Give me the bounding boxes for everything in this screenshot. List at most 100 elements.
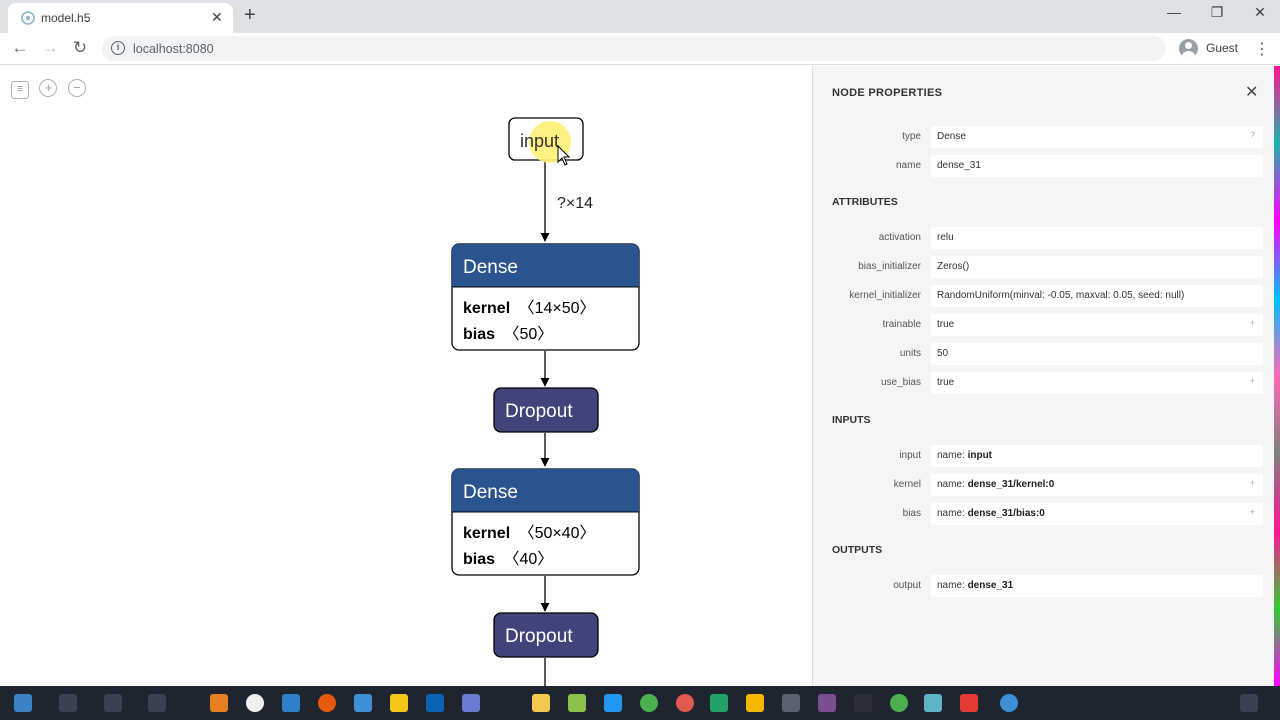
expand-icon[interactable]: +: [1250, 478, 1255, 488]
expand-icon[interactable]: +: [1250, 507, 1255, 517]
taskbar-app-icon[interactable]: [710, 694, 728, 712]
dense-node-2[interactable]: Dense kernel 〈50×40〉 bias 〈40〉: [451, 468, 640, 576]
restore-button[interactable]: ❐: [1202, 4, 1232, 21]
dense-node-2-kernel-val: 〈50×40〉: [519, 525, 596, 542]
name-prefix: name:: [937, 479, 968, 490]
property-label: type: [902, 131, 921, 142]
dense-node-1-title: Dense: [463, 257, 518, 278]
model-graph: ?×14 input Dense kernel 〈14×50〉 bias 〈50…: [451, 117, 640, 686]
taskbar-app-icon[interactable]: [246, 694, 264, 712]
new-tab-button[interactable]: +: [244, 3, 256, 27]
property-value[interactable]: dense_31: [931, 155, 1263, 177]
node-properties-panel: NODE PROPERTIES ✕ type Dense ? name dens…: [812, 66, 1274, 686]
dense-node-1-kernel-key: kernel: [463, 300, 510, 317]
menu-dots-icon[interactable]: ⋮: [1254, 39, 1270, 59]
input-node-label: input: [520, 131, 559, 151]
attributes-heading: ATTRIBUTES: [832, 196, 898, 208]
svg-text:kernel 〈14×50〉: kernel 〈14×50〉: [463, 300, 596, 317]
panel-title: NODE PROPERTIES: [832, 87, 943, 99]
attribute-label: kernel_initializer: [849, 290, 921, 301]
input-row-kernel: kernel name: dense_31/kernel:0 +: [813, 474, 1275, 496]
taskbar-app-icon[interactable]: [210, 694, 228, 712]
url-text[interactable]: localhost:8080: [133, 42, 214, 56]
back-arrow-icon[interactable]: ←: [9, 38, 31, 58]
os-taskbar: [0, 686, 1280, 720]
attribute-row-bias-initializer: bias_initializer Zeros(): [813, 256, 1275, 278]
browser-tab[interactable]: model.h5 ✕: [8, 3, 233, 33]
input-value[interactable]: name: dense_31/bias:0 +: [931, 503, 1263, 525]
svg-text:kernel 〈50×40〉: kernel 〈50×40〉: [463, 525, 596, 542]
taskbar-app-icon[interactable]: [604, 694, 622, 712]
output-row-output: output name: dense_31: [813, 575, 1275, 597]
attribute-row-kernel-initializer: kernel_initializer RandomUniform(minval:…: [813, 285, 1275, 307]
input-label: kernel: [893, 479, 921, 490]
taskbar-app-icon[interactable]: [746, 694, 764, 712]
address-bar[interactable]: i localhost:8080: [102, 36, 1166, 61]
use-bias-value: true: [937, 377, 955, 388]
attribute-label: trainable: [882, 319, 921, 330]
taskbar-app-icon[interactable]: [890, 694, 908, 712]
trainable-value: true: [937, 319, 955, 330]
start-icon[interactable]: [14, 694, 32, 712]
dropout-node-1[interactable]: Dropout: [493, 387, 599, 433]
edge-shape-label: ?×14: [557, 195, 593, 212]
tab-strip: model.h5 ✕ + — ❐ ✕: [0, 0, 1280, 33]
attribute-value[interactable]: relu: [931, 227, 1263, 249]
kernel-name: dense_31/kernel:0: [967, 479, 1055, 490]
type-help-icon[interactable]: ?: [1250, 130, 1255, 140]
taskbar-app-icon[interactable]: [782, 694, 800, 712]
forward-arrow-icon[interactable]: →: [39, 38, 61, 58]
taskbar-app-icon[interactable]: [148, 694, 166, 712]
attribute-value[interactable]: true +: [931, 372, 1263, 394]
taskbar-app-icon[interactable]: [924, 694, 942, 712]
attribute-label: activation: [878, 232, 921, 243]
property-value[interactable]: Dense ?: [931, 126, 1263, 148]
input-label: bias: [902, 508, 921, 519]
attribute-value[interactable]: true +: [931, 314, 1263, 336]
input-node[interactable]: input: [508, 117, 584, 166]
type-value: Dense: [937, 131, 966, 142]
taskbar-app-icon[interactable]: [854, 694, 872, 712]
taskbar-app-icon[interactable]: [1000, 694, 1018, 712]
panel-close-icon[interactable]: ✕: [1245, 82, 1258, 102]
attribute-value[interactable]: 50: [931, 343, 1263, 365]
task-view-icon[interactable]: [104, 694, 122, 712]
dropout-node-2[interactable]: Dropout: [493, 612, 599, 658]
bias-name: dense_31/bias:0: [967, 508, 1045, 519]
notification-icon[interactable]: [1240, 694, 1258, 712]
dense-node-1[interactable]: Dense kernel 〈14×50〉 bias 〈50〉: [451, 243, 640, 351]
input-value[interactable]: name: input: [931, 445, 1263, 467]
taskbar-app-icon[interactable]: [462, 694, 480, 712]
taskbar-app-icon[interactable]: [640, 694, 658, 712]
expand-icon[interactable]: +: [1250, 318, 1255, 328]
info-icon[interactable]: i: [111, 41, 125, 55]
name-prefix: name:: [937, 450, 968, 461]
folder-icon[interactable]: [390, 694, 408, 712]
outputs-heading: OUTPUTS: [832, 544, 883, 556]
taskbar-app-icon[interactable]: [568, 694, 586, 712]
background-window-edge: [1274, 66, 1280, 686]
netron-favicon-icon: [21, 11, 35, 25]
window-close-button[interactable]: ✕: [1245, 4, 1275, 21]
taskbar-app-icon[interactable]: [318, 694, 336, 712]
graph-canvas[interactable]: ≡ + − ?×14 input Dense kernel 〈14×50〉 bi…: [0, 66, 812, 686]
taskbar-app-icon[interactable]: [282, 694, 300, 712]
taskbar-app-icon[interactable]: [354, 694, 372, 712]
input-value[interactable]: name: dense_31/kernel:0 +: [931, 474, 1263, 496]
taskbar-app-icon[interactable]: [426, 694, 444, 712]
output-value[interactable]: name: dense_31: [931, 575, 1263, 597]
taskbar-app-icon[interactable]: [532, 694, 550, 712]
expand-icon[interactable]: +: [1250, 376, 1255, 386]
minimize-button[interactable]: —: [1159, 4, 1189, 20]
name-prefix: name:: [937, 508, 968, 519]
taskbar-app-icon[interactable]: [818, 694, 836, 712]
property-row-type: type Dense ?: [813, 126, 1275, 148]
reload-icon[interactable]: ↻: [69, 38, 91, 58]
taskbar-app-icon[interactable]: [960, 694, 978, 712]
taskbar-app-icon[interactable]: [676, 694, 694, 712]
attribute-value[interactable]: Zeros(): [931, 256, 1263, 278]
property-label: name: [895, 160, 921, 171]
attribute-value[interactable]: RandomUniform(minval: -0.05, maxval: 0.0…: [931, 285, 1263, 307]
search-icon[interactable]: [59, 694, 77, 712]
tab-close-icon[interactable]: ✕: [211, 9, 223, 26]
